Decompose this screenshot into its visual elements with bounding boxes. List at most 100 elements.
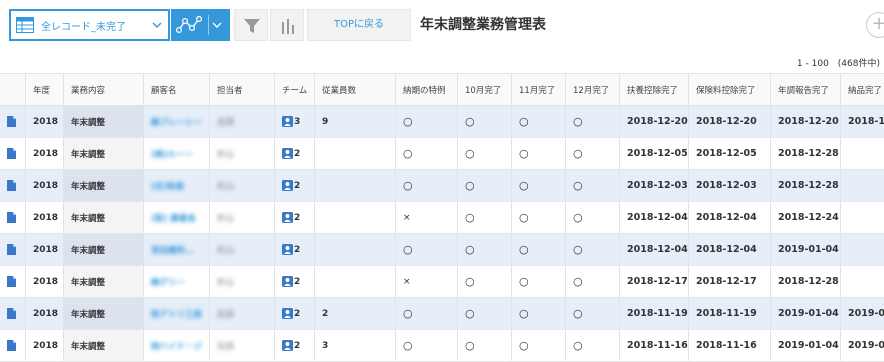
special-cell: ○: [396, 234, 458, 265]
team-number: 2: [294, 148, 301, 159]
fuyo-date-cell-text: 2018-12-04: [627, 244, 688, 255]
record-detail-link[interactable]: [0, 266, 26, 297]
fuyo-date-cell-text: 2018-12-05: [627, 148, 688, 159]
view-name: 全レコード_未完了: [41, 22, 126, 33]
client-cell[interactable]: ㈲アトリ工房: [144, 298, 210, 329]
deliver-date-cell-text: 2019-0: [848, 308, 884, 319]
work-cell-text: 年末調整: [71, 149, 106, 160]
client-cell[interactable]: (医) 康善会: [144, 202, 210, 233]
record-detail-link[interactable]: [0, 106, 26, 137]
special-cell-text: ○: [403, 307, 413, 320]
column-header[interactable]: 扶養控除完了: [620, 74, 689, 105]
column-header[interactable]: 従業員数: [315, 74, 396, 105]
column-header[interactable]: 年調報告完了: [771, 74, 841, 105]
record-detail-link[interactable]: [0, 298, 26, 329]
filter-icon: [244, 19, 260, 33]
table-row[interactable]: 2018 年末調整 宮田歯科… 杉山 2 ○ ○ ○ ○ 2018-12-04 2018-12-04…: [0, 234, 884, 266]
nov-cell: ○: [512, 266, 566, 297]
client-cell[interactable]: ㈱グリー: [144, 266, 210, 297]
record-detail-link[interactable]: [0, 138, 26, 169]
dec-cell-text: ○: [573, 275, 583, 288]
chevron-down-icon: [212, 22, 222, 28]
column-header[interactable]: 顧客名: [144, 74, 210, 105]
fuyo-date-cell-text: 2018-12-04: [627, 212, 688, 223]
deliver-date-cell-text: 2018-1: [848, 116, 884, 127]
team-icon: [282, 244, 293, 255]
team-icon: [282, 308, 293, 319]
year-cell-text: 2018: [33, 116, 59, 127]
client-cell[interactable]: ㈲ハイド・ジ: [144, 330, 210, 361]
report-date-cell-text: 2019-01-04: [778, 244, 839, 255]
pagination-info: 1 - 100 (468件中): [796, 59, 880, 69]
special-cell: ○: [396, 298, 458, 329]
record-detail-link[interactable]: [0, 234, 26, 265]
column-header[interactable]: 10月完了: [458, 74, 512, 105]
summary-button[interactable]: [270, 9, 304, 41]
oct-cell-text: ○: [465, 115, 475, 128]
oct-cell: ○: [458, 202, 512, 233]
filter-button[interactable]: [234, 9, 268, 41]
work-cell: 年末調整: [64, 170, 144, 201]
table-row[interactable]: 2018 年末調整 ㈱ブレーシー 吉岡 3 9 ○ ○ ○ ○ 2018-12-20 2018-12-…: [0, 106, 884, 138]
column-header[interactable]: 担当者: [210, 74, 275, 105]
table-row[interactable]: 2018 年末調整 (合)和泉 杉山 2 ○ ○ ○ ○ 2018-12-03 2018-12-03…: [0, 170, 884, 202]
document-icon: [7, 148, 16, 159]
nov-cell: ○: [512, 202, 566, 233]
client-cell[interactable]: ㈱ブレーシー: [144, 106, 210, 137]
team-cell: 3: [275, 106, 315, 137]
client-cell[interactable]: 宮田歯科…: [144, 234, 210, 265]
special-cell: ○: [396, 330, 458, 361]
hoken-date-cell: 2018-12-04: [689, 202, 771, 233]
employees-cell: 9: [315, 106, 396, 137]
view-selector[interactable]: 全レコード_未完了: [9, 9, 170, 41]
table-row[interactable]: 2018 年末調整 ㈱グリー 杉山 2 × ○ ○ ○ 2018-12-17 2018-12-17 2…: [0, 266, 884, 298]
special-cell-text: ○: [403, 179, 413, 192]
column-header[interactable]: 納期の特例: [396, 74, 458, 105]
client-cell-text: (合)和泉: [151, 181, 185, 192]
deliver-date-cell: [841, 266, 884, 297]
record-detail-link[interactable]: [0, 202, 26, 233]
dec-cell-text: ○: [573, 115, 583, 128]
work-cell-text: 年末調整: [71, 341, 106, 352]
client-cell[interactable]: (株)ルーー: [144, 138, 210, 169]
back-to-top-button[interactable]: TOPに戻る: [307, 9, 411, 41]
table-row[interactable]: 2018 年末調整 (医) 康善会 杉山 2 × ○ ○ ○ 2018-12-04 2018-12-…: [0, 202, 884, 234]
record-detail-link[interactable]: [0, 330, 26, 361]
nov-cell-text: ○: [519, 211, 529, 224]
report-date-cell: 2018-12-24: [771, 202, 841, 233]
table-row[interactable]: 2018 年末調整 ㈲ハイド・ジ 石田 2 3 ○ ○ ○ ○ 2018-11-16 2018-11-…: [0, 330, 884, 362]
column-header[interactable]: 業務内容: [64, 74, 144, 105]
nov-cell: ○: [512, 170, 566, 201]
client-cell[interactable]: (合)和泉: [144, 170, 210, 201]
fuyo-date-cell: 2018-12-20: [620, 106, 689, 137]
column-header[interactable]: 12月完了: [566, 74, 620, 105]
report-date-cell: 2018-12-28: [771, 170, 841, 201]
report-date-cell-text: 2019-01-04: [778, 308, 839, 319]
hoken-date-cell-text: 2018-11-19: [696, 308, 757, 319]
header-detail: [0, 74, 26, 105]
page-title: 年末調整業務管理表: [420, 17, 546, 33]
table-row[interactable]: 2018 年末調整 (株)ルーー 杉山 2 ○ ○ ○ ○ 2018-12-05 2018-12-0…: [0, 138, 884, 170]
add-record-button[interactable]: +: [866, 12, 884, 38]
record-detail-link[interactable]: [0, 170, 26, 201]
employees-cell: [315, 138, 396, 169]
dec-cell: ○: [566, 330, 620, 361]
column-header[interactable]: 11月完了: [512, 74, 566, 105]
oct-cell-text: ○: [465, 147, 475, 160]
staff-cell: 石田: [210, 330, 275, 361]
team-icon: [282, 148, 293, 159]
year-cell: 2018: [26, 266, 64, 297]
column-header[interactable]: 年度: [26, 74, 64, 105]
staff-cell-text: 石田: [217, 341, 235, 352]
column-header[interactable]: 納品完了: [841, 74, 884, 105]
employees-cell: [315, 202, 396, 233]
column-header[interactable]: チーム: [275, 74, 315, 105]
column-header[interactable]: 保険料控除完了: [689, 74, 771, 105]
special-cell-text: ×: [403, 276, 411, 287]
nov-cell-text: ○: [519, 339, 529, 352]
fuyo-date-cell: 2018-12-17: [620, 266, 689, 297]
special-cell-text: ×: [403, 212, 411, 223]
table-row[interactable]: 2018 年末調整 ㈲アトリ工房 石田 2 2 ○ ○ ○ ○ 2018-11-19 2018-11-…: [0, 298, 884, 330]
graph-button[interactable]: [171, 9, 230, 41]
dec-cell: ○: [566, 202, 620, 233]
